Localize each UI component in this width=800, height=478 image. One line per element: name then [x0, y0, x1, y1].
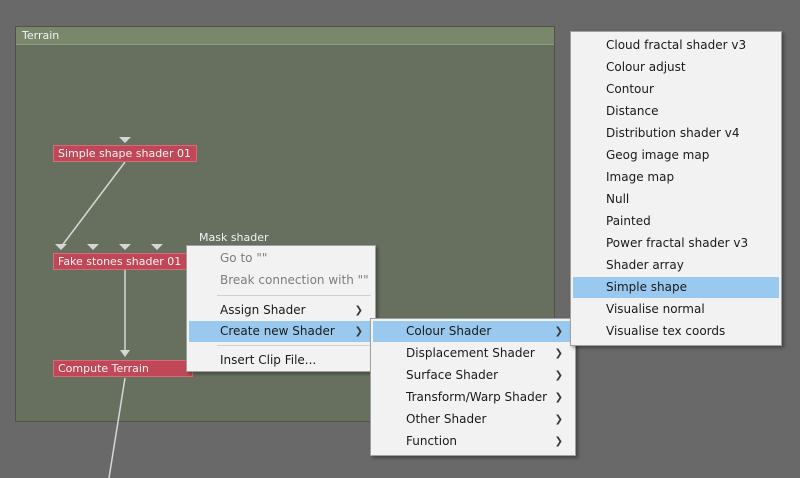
submenu-item-transform-warp-shader[interactable]: Transform/Warp Shader ❯ [373, 387, 573, 408]
submenu-item-colour-shader[interactable]: Colour Shader ❯ [373, 321, 573, 342]
context-menu: Go to "" Break connection with "" Assign… [186, 245, 376, 372]
submenu-item-displacement-shader[interactable]: Displacement Shader ❯ [373, 343, 573, 364]
input-triangle-fake-2 [87, 244, 99, 250]
menu-item-break-connection: Break connection with "" [220, 273, 369, 287]
colour-item-cloud-fractal-v3[interactable]: Cloud fractal shader v3 [573, 35, 779, 56]
chevron-right-icon: ❯ [554, 436, 563, 447]
submenu-item-other-shader[interactable]: Other Shader ❯ [373, 409, 573, 430]
colour-item-power-fractal-v3[interactable]: Power fractal shader v3 [573, 233, 779, 254]
submenu-item-surface-shader[interactable]: Surface Shader ❯ [373, 365, 573, 386]
node-fake-stones-shader[interactable]: Fake stones shader 01 [53, 253, 193, 270]
mask-shader-label: Mask shader [199, 231, 269, 244]
chevron-right-icon: ❯ [554, 414, 563, 425]
colour-item-painted[interactable]: Painted [573, 211, 779, 232]
colour-item-contour[interactable]: Contour [573, 79, 779, 100]
colour-item-distribution-v4[interactable]: Distribution shader v4 [573, 123, 779, 144]
input-triangle-fake-3 [119, 244, 131, 250]
menu-item-go-to: Go to "" [220, 251, 268, 265]
colour-shader-submenu: Cloud fractal shader v3 Colour adjust Co… [570, 31, 782, 346]
node-simple-shape-shader[interactable]: Simple shape shader 01 [53, 145, 197, 162]
shader-category-submenu: Colour Shader ❯ Displacement Shader ❯ Su… [370, 318, 576, 456]
submenu-item-function[interactable]: Function ❯ [373, 431, 573, 452]
colour-item-colour-adjust[interactable]: Colour adjust [573, 57, 779, 78]
wire-simple-to-fake [60, 161, 126, 248]
chevron-right-icon: ❯ [554, 326, 563, 337]
colour-item-distance[interactable]: Distance [573, 101, 779, 122]
input-triangle-simple [119, 137, 131, 143]
colour-item-visualise-normal[interactable]: Visualise normal [573, 299, 779, 320]
arrow-into-compute [120, 350, 130, 357]
chevron-right-icon: ❯ [354, 305, 363, 316]
chevron-right-icon: ❯ [554, 392, 563, 403]
menu-separator [217, 295, 371, 296]
colour-item-shader-array[interactable]: Shader array [573, 255, 779, 276]
menu-item-insert-clip-file[interactable]: Insert Clip File... [189, 350, 373, 371]
menu-item-assign-shader[interactable]: Assign Shader ❯ [189, 300, 373, 321]
colour-item-simple-shape[interactable]: Simple shape [573, 277, 779, 298]
node-compute-terrain[interactable]: Compute Terrain [53, 360, 193, 377]
menu-separator [217, 345, 371, 346]
input-triangle-fake-4 [151, 244, 163, 250]
colour-item-geog-image-map[interactable]: Geog image map [573, 145, 779, 166]
colour-item-image-map[interactable]: Image map [573, 167, 779, 188]
wire-compute-out [108, 377, 126, 478]
chevron-right-icon: ❯ [354, 326, 363, 337]
input-triangle-fake-1 [55, 244, 67, 250]
chevron-right-icon: ❯ [554, 370, 563, 381]
chevron-right-icon: ❯ [554, 348, 563, 359]
colour-item-null[interactable]: Null [573, 189, 779, 210]
menu-item-create-new-shader[interactable]: Create new Shader ❯ [189, 321, 373, 342]
colour-item-visualise-tex-coords[interactable]: Visualise tex coords [573, 321, 779, 342]
